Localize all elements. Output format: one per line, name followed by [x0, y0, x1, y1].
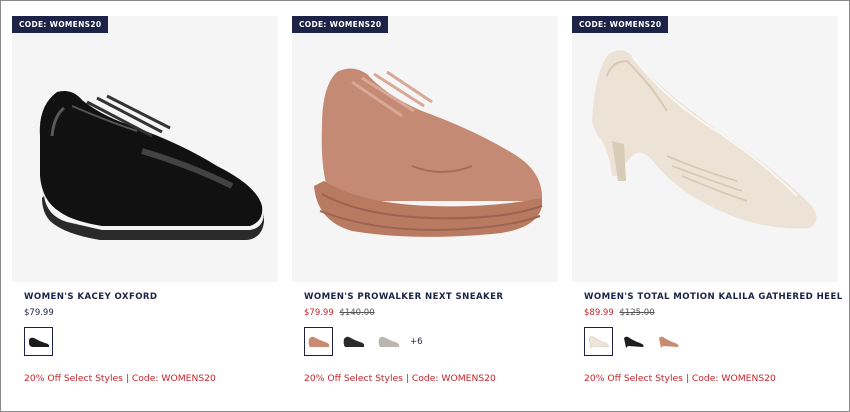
color-swatch-grey[interactable]	[374, 327, 403, 356]
promo-code-badge: CODE: WOMENS20	[572, 16, 669, 33]
cream-heel-image	[592, 50, 817, 229]
product-image[interactable]: CODE: WOMENS20	[572, 16, 838, 282]
product-card-kacey-oxford[interactable]: CODE: WOMENS20 WOMEN'S KACEY OXFORD $79.…	[12, 16, 278, 384]
product-title[interactable]: WOMEN'S PROWALKER NEXT SNEAKER	[304, 292, 558, 302]
product-card-kalila-gathered-heel[interactable]: CODE: WOMENS20 WOMEN'S TOTAL MOTION KALI…	[572, 16, 842, 384]
product-title[interactable]: WOMEN'S TOTAL MOTION KALILA GATHERED HEE…	[584, 292, 842, 302]
promo-text[interactable]: 20% Off Select Styles | Code: WOMENS20	[24, 373, 216, 384]
price-row: $89.99 $125.00	[584, 308, 838, 318]
product-image[interactable]: CODE: WOMENS20	[12, 16, 278, 282]
sale-price: $79.99	[304, 308, 334, 318]
more-colors-count[interactable]: +6	[410, 337, 423, 347]
swatch-shoe-icon	[623, 336, 644, 348]
product-image[interactable]: CODE: WOMENS20	[292, 16, 558, 282]
swatch-shoe-icon	[308, 336, 329, 347]
product-title[interactable]: WOMEN'S KACEY OXFORD	[24, 292, 278, 302]
current-price: $79.99	[24, 308, 54, 318]
swatch-shoe-icon	[378, 336, 399, 347]
price-row: $79.99	[24, 308, 278, 318]
tan-sneaker-image	[314, 68, 543, 237]
color-swatch-tan[interactable]	[654, 327, 683, 356]
swatch-shoe-icon	[658, 336, 679, 348]
swatch-shoe-icon	[28, 337, 49, 347]
product-card-prowalker-next-sneaker[interactable]: CODE: WOMENS20 WOMEN'S PROWALKER NEXT SN…	[292, 16, 558, 384]
promo-code-badge: CODE: WOMENS20	[12, 16, 109, 33]
color-swatch-tan[interactable]	[304, 327, 333, 356]
price-row: $79.99 $140.00	[304, 308, 558, 318]
color-swatches	[24, 327, 278, 356]
original-price: $140.00	[339, 308, 375, 318]
color-swatch-black[interactable]	[619, 327, 648, 356]
promo-text[interactable]: 20% Off Select Styles | Code: WOMENS20	[584, 373, 776, 384]
promo-text[interactable]: 20% Off Select Styles | Code: WOMENS20	[304, 373, 496, 384]
color-swatches: +6	[304, 327, 558, 356]
swatch-shoe-icon	[588, 335, 609, 349]
promo-code-badge: CODE: WOMENS20	[292, 16, 389, 33]
black-oxford-shoe-image	[39, 91, 264, 240]
color-swatch-cream[interactable]	[584, 327, 613, 356]
original-price: $125.00	[619, 308, 655, 318]
color-swatches	[584, 327, 838, 356]
swatch-shoe-icon	[343, 336, 364, 347]
color-swatch-black[interactable]	[24, 327, 53, 356]
color-swatch-black[interactable]	[339, 327, 368, 356]
sale-price: $89.99	[584, 308, 614, 318]
